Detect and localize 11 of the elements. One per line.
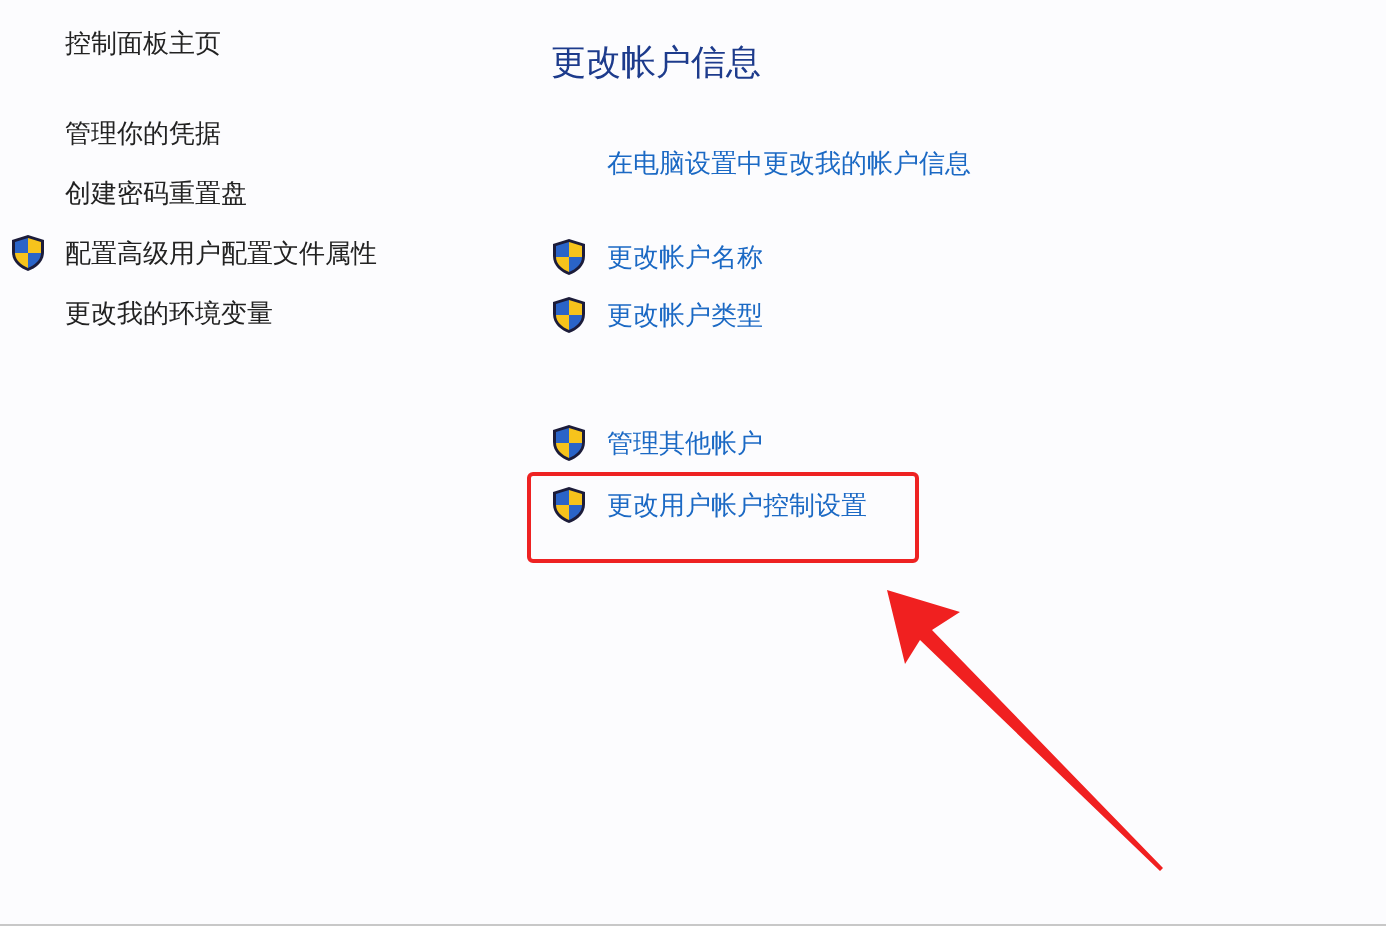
sidebar-link[interactable]: 配置高级用户配置文件属性 [65,233,377,273]
sidebar-link[interactable]: 创建密码重置盘 [65,173,247,213]
link[interactable]: 更改帐户名称 [607,237,763,277]
sidebar-link[interactable]: 管理你的凭据 [65,113,221,153]
link[interactable]: 更改帐户类型 [607,295,763,335]
link[interactable]: 更改用户帐户控制设置 [607,486,867,525]
page-title: 更改帐户信息 [551,41,762,84]
sidebar-link[interactable]: 控制面板主页 [65,23,221,63]
link[interactable]: 管理其他帐户 [607,423,763,463]
link[interactable]: 在电脑设置中更改我的帐户信息 [607,143,971,183]
sidebar-link[interactable]: 更改我的环境变量 [65,293,273,333]
